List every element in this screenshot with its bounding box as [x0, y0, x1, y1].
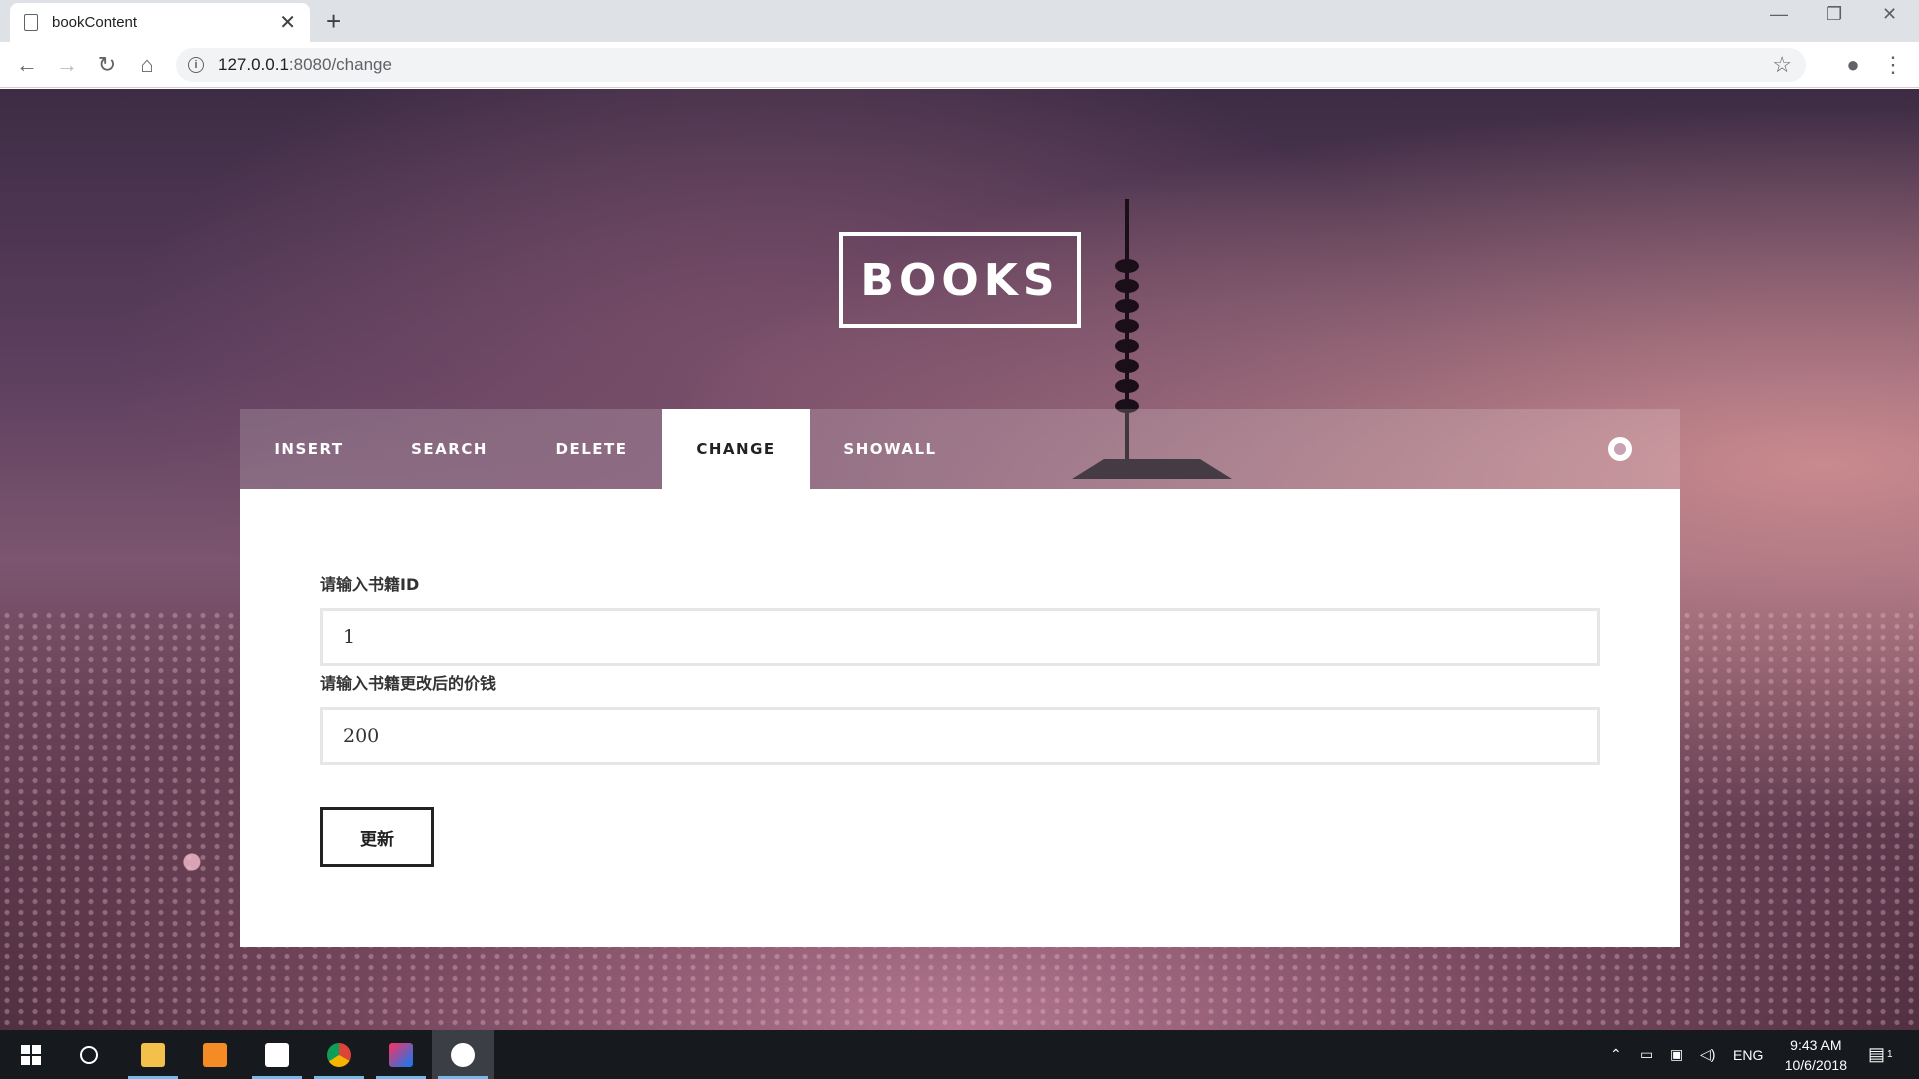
- notification-icon[interactable]: ▤ 1: [1868, 1030, 1893, 1079]
- home-icon[interactable]: ⌂: [132, 50, 162, 80]
- browser-toolbar: ← → ↻ ⌂ i 127.0.0.1:8080/change ☆ ● ⋮: [0, 42, 1919, 88]
- language-indicator[interactable]: ENG: [1733, 1030, 1763, 1079]
- typora-icon[interactable]: [246, 1030, 308, 1079]
- new-price-label: 请输入书籍更改后的价钱: [320, 674, 497, 693]
- change-form-panel: 请输入书籍ID 请输入书籍更改后的价钱 更新: [240, 489, 1680, 947]
- book-id-input[interactable]: [320, 608, 1600, 666]
- nav-search[interactable]: SEARCH: [378, 409, 521, 489]
- browser-tab[interactable]: bookContent ✕: [10, 3, 310, 42]
- reload-icon[interactable]: ↻: [92, 50, 122, 80]
- url-text: 127.0.0.1:8080/change: [218, 55, 392, 74]
- battery-icon[interactable]: ▭: [1640, 1030, 1653, 1079]
- restore-icon[interactable]: ❐: [1826, 4, 1842, 25]
- sublime-text-icon[interactable]: [184, 1030, 246, 1079]
- menu-icon[interactable]: ⋮: [1878, 50, 1908, 80]
- minimize-icon[interactable]: —: [1770, 4, 1788, 25]
- site-logo: BOOKS: [839, 232, 1081, 328]
- browser-tab-strip: bookContent ✕ + — ❐ ✕: [0, 0, 1919, 42]
- profile-icon[interactable]: ●: [1838, 50, 1868, 80]
- address-bar[interactable]: i 127.0.0.1:8080/change ☆: [176, 48, 1806, 82]
- file-explorer-icon[interactable]: [122, 1030, 184, 1079]
- clock-time: 9:43 AM: [1790, 1037, 1842, 1053]
- page-icon: [24, 14, 38, 31]
- main-nav: INSERT SEARCH DELETE CHANGE SHOWALL: [240, 409, 1680, 489]
- github-icon[interactable]: [1608, 437, 1632, 461]
- nav-insert[interactable]: INSERT: [240, 409, 378, 489]
- tab-title: bookContent: [52, 14, 138, 31]
- cortana-icon[interactable]: [58, 1030, 120, 1079]
- nav-showall[interactable]: SHOWALL: [810, 409, 970, 489]
- intellij-icon[interactable]: [370, 1030, 432, 1079]
- nav-delete[interactable]: DELETE: [521, 409, 662, 489]
- update-button[interactable]: 更新: [320, 807, 434, 867]
- window-close-icon[interactable]: ✕: [1882, 4, 1897, 25]
- volume-icon[interactable]: ◁): [1700, 1030, 1715, 1079]
- new-tab-button[interactable]: +: [326, 6, 341, 37]
- book-id-label: 请输入书籍ID: [320, 575, 420, 594]
- chrome-icon[interactable]: [308, 1030, 370, 1079]
- windows-taskbar: ⌃ ▭ ▣ ◁) ENG 9:43 AM 10/6/2018 ▤ 1: [0, 1030, 1919, 1079]
- nav-change[interactable]: CHANGE: [662, 409, 810, 489]
- network-icon[interactable]: ▣: [1670, 1030, 1683, 1079]
- tab-close-icon[interactable]: ✕: [279, 10, 296, 35]
- site-info-icon[interactable]: i: [188, 57, 204, 73]
- start-icon[interactable]: [0, 1030, 62, 1079]
- clock-date: 10/6/2018: [1784, 1057, 1847, 1073]
- back-icon[interactable]: ←: [12, 50, 42, 80]
- forward-icon[interactable]: →: [52, 50, 82, 80]
- bookmark-star-icon[interactable]: ☆: [1772, 52, 1792, 78]
- app-icon[interactable]: [432, 1030, 494, 1079]
- show-hidden-icons[interactable]: ⌃: [1610, 1030, 1622, 1079]
- clock[interactable]: 9:43 AM 10/6/2018: [1785, 1035, 1847, 1075]
- new-price-input[interactable]: [320, 707, 1600, 765]
